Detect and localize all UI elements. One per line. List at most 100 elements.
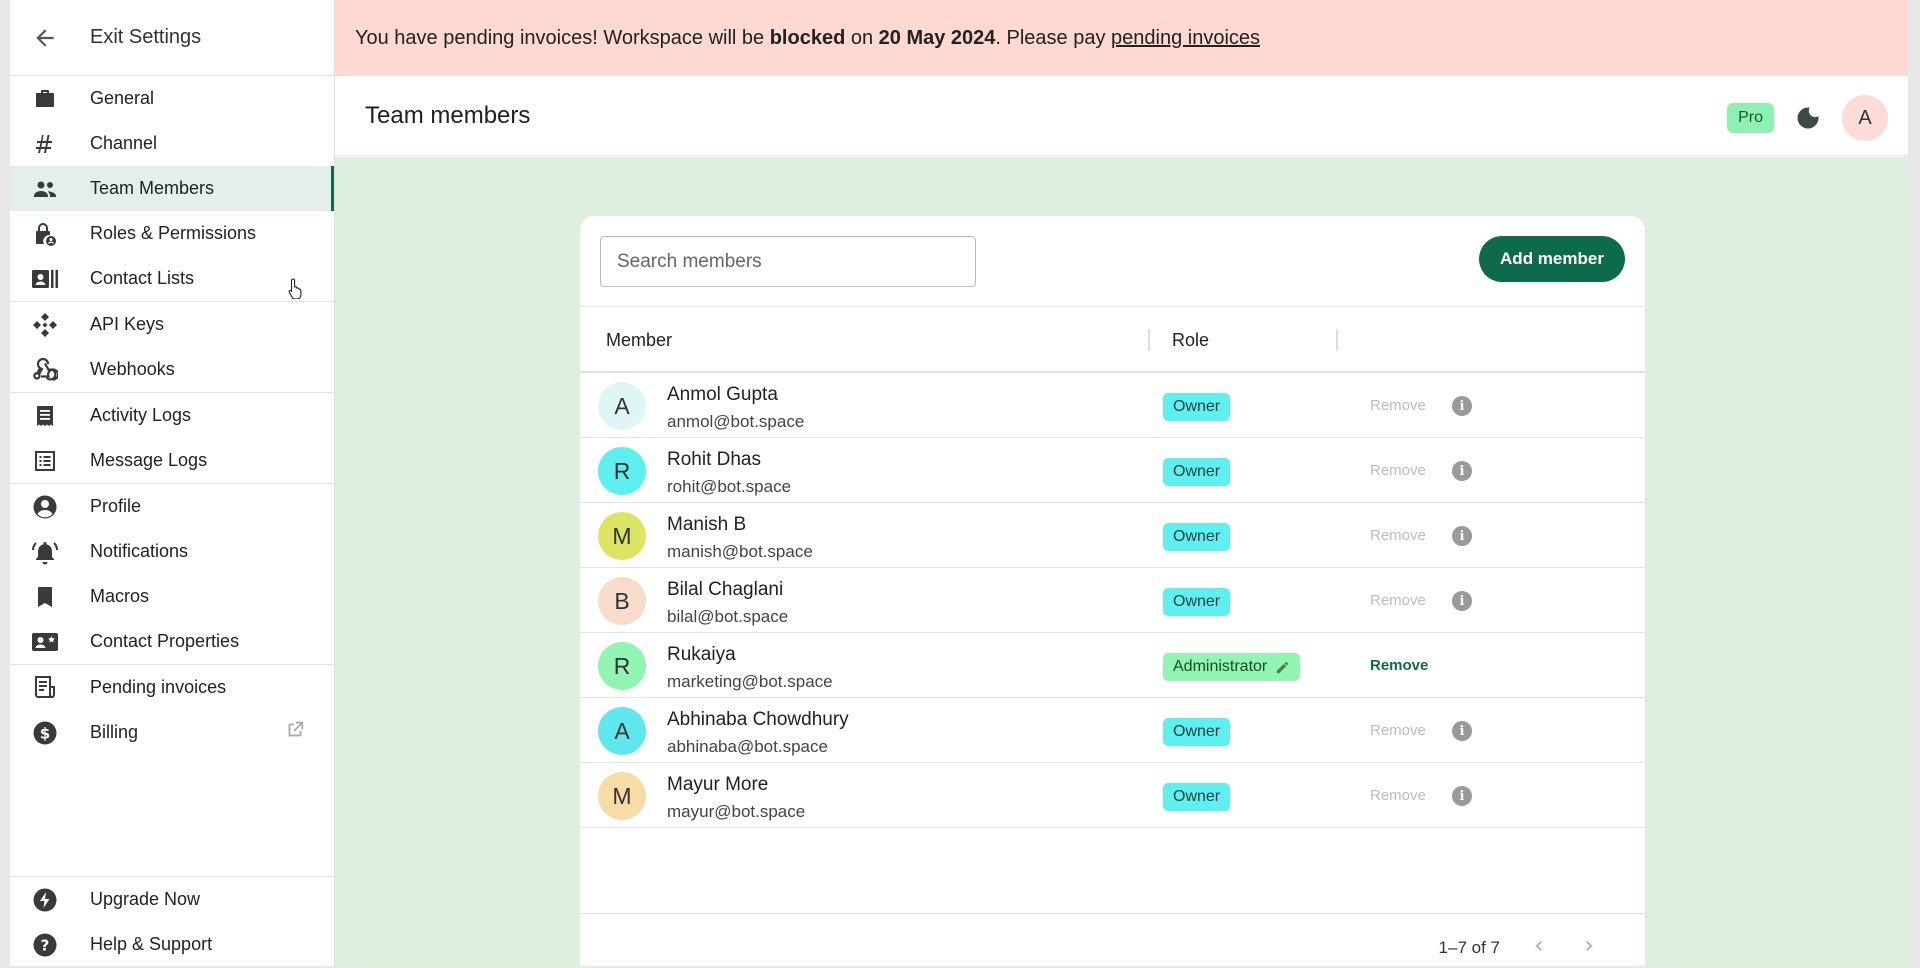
role-label: Owner bbox=[1173, 788, 1221, 805]
role-badge: Owner bbox=[1163, 393, 1231, 421]
member-email: mayur@bot.space bbox=[667, 802, 806, 821]
role-badge: Owner bbox=[1163, 458, 1231, 486]
sidebar-item-label: Help & Support bbox=[90, 934, 213, 954]
members-card: Add member Member Role A Anmol Gupta anmol… bbox=[580, 216, 1645, 966]
table-header: Member Role bbox=[580, 306, 1645, 373]
sidebar-item-contact-lists[interactable]: Contact Lists bbox=[10, 256, 334, 301]
sidebar-item-label: Contact Lists bbox=[90, 268, 195, 288]
member-name: Abhinaba Chowdhury bbox=[667, 709, 849, 730]
column-resize-handle[interactable] bbox=[1148, 329, 1150, 351]
next-page-button[interactable] bbox=[1577, 934, 1601, 958]
arrow-back-icon bbox=[10, 25, 80, 51]
contact-card-icon bbox=[10, 268, 80, 290]
sidebar-group: Pending invoices $ Billing bbox=[10, 665, 334, 755]
plan-badge: Pro bbox=[1727, 103, 1774, 133]
prev-page-button[interactable] bbox=[1527, 934, 1551, 958]
column-header-member: Member bbox=[606, 330, 673, 350]
webhook-icon bbox=[10, 357, 80, 383]
api-icon bbox=[10, 312, 80, 338]
role-badge: Owner bbox=[1163, 588, 1231, 616]
member-email: abhinaba@bot.space bbox=[667, 737, 828, 756]
sidebar-item-label: Roles & Permissions bbox=[90, 223, 257, 243]
role-badge[interactable]: Administrator bbox=[1163, 653, 1301, 681]
search-members-input[interactable] bbox=[600, 236, 976, 287]
receipt-icon bbox=[10, 404, 80, 428]
add-member-button[interactable]: Add member bbox=[1479, 236, 1625, 282]
svg-text:?: ? bbox=[41, 936, 50, 954]
banner-text-2: on bbox=[845, 26, 879, 49]
remove-member-button: Remove bbox=[1370, 592, 1426, 609]
sidebar-item-help-and-support[interactable]: ? Help & Support bbox=[10, 922, 335, 966]
sidebar-item-notifications[interactable]: Notifications bbox=[10, 529, 334, 574]
role-label: Owner bbox=[1173, 723, 1221, 740]
role-label: Owner bbox=[1173, 593, 1221, 610]
sidebar-item-pending-invoices[interactable]: Pending invoices bbox=[10, 665, 334, 710]
account-circle-icon bbox=[10, 494, 80, 520]
sidebar-item-upgrade-now[interactable]: Upgrade Now bbox=[10, 877, 335, 922]
sidebar-item-roles-and-permissions[interactable]: Roles & Permissions bbox=[10, 211, 334, 256]
briefcase-icon bbox=[10, 87, 80, 111]
exit-settings-label: Exit Settings bbox=[90, 26, 202, 48]
member-name: Mayur More bbox=[667, 774, 769, 795]
info-icon[interactable]: i bbox=[1452, 721, 1472, 741]
sidebar-group: API Keys Webhooks bbox=[10, 302, 334, 393]
sidebar-item-general[interactable]: General bbox=[10, 76, 334, 121]
sidebar-item-contact-properties[interactable]: Contact Properties bbox=[10, 619, 334, 664]
column-resize-handle[interactable] bbox=[1336, 329, 1338, 351]
table-row: R Rukaiya marketing@bot.space Administrator… bbox=[580, 633, 1645, 698]
member-avatar: R bbox=[598, 642, 646, 690]
bell-ring-icon bbox=[10, 539, 80, 565]
sidebar-item-channel[interactable]: Channel bbox=[10, 121, 334, 166]
role-badge: Owner bbox=[1163, 783, 1231, 811]
remove-member-button: Remove bbox=[1370, 462, 1426, 479]
member-email: rohit@bot.space bbox=[667, 477, 792, 496]
member-name: Anmol Gupta bbox=[667, 384, 778, 405]
sidebar-item-activity-logs[interactable]: Activity Logs bbox=[10, 393, 334, 438]
member-email: anmol@bot.space bbox=[667, 412, 805, 431]
table-row: A Abhinaba Chowdhury abhinaba@bot.space Own… bbox=[580, 698, 1645, 763]
table-row: A Anmol Gupta anmol@bot.space Owner Remove i bbox=[580, 373, 1645, 438]
sidebar-item-label: Pending invoices bbox=[90, 677, 227, 697]
remove-member-button[interactable]: Remove bbox=[1370, 657, 1428, 674]
lock-user-icon bbox=[10, 221, 80, 247]
member-name: Rohit Dhas bbox=[667, 449, 761, 470]
pending-invoices-banner: You have pending invoices! Workspace wil… bbox=[335, 0, 1908, 76]
sidebar-item-webhooks[interactable]: Webhooks bbox=[10, 347, 334, 392]
sidebar-item-label: Billing bbox=[90, 722, 139, 742]
info-icon[interactable]: i bbox=[1452, 526, 1472, 546]
role-label: Owner bbox=[1173, 528, 1221, 545]
contact-star-icon bbox=[10, 630, 80, 654]
sidebar-item-label: General bbox=[90, 88, 155, 108]
info-icon[interactable]: i bbox=[1452, 786, 1472, 806]
sidebar-item-team-members[interactable]: Team Members bbox=[10, 166, 334, 211]
sidebar-item-billing[interactable]: $ Billing bbox=[10, 710, 334, 755]
member-avatar: M bbox=[598, 512, 646, 560]
column-header-role: Role bbox=[1172, 330, 1210, 350]
dark-mode-toggle[interactable] bbox=[1792, 102, 1824, 134]
info-icon[interactable]: i bbox=[1452, 396, 1472, 416]
table-row: M Mayur More mayur@bot.space Owner Remove i bbox=[580, 763, 1645, 828]
info-icon[interactable]: i bbox=[1452, 591, 1472, 611]
pending-invoices-link[interactable]: pending invoices bbox=[1111, 27, 1260, 50]
member-avatar: R bbox=[598, 447, 646, 495]
list-icon bbox=[10, 449, 80, 473]
sidebar-item-macros[interactable]: Macros bbox=[10, 574, 334, 619]
member-email: marketing@bot.space bbox=[667, 672, 833, 691]
sidebar-item-message-logs[interactable]: Message Logs bbox=[10, 438, 334, 483]
sidebar-item-profile[interactable]: Profile bbox=[10, 484, 334, 529]
sidebar-item-label: Team Members bbox=[90, 178, 215, 198]
sidebar-group: Profile Notifications Macros Contact Proper… bbox=[10, 484, 334, 665]
settings-sidebar: Exit Settings General Channel Team Members… bbox=[10, 0, 335, 966]
dollar-circle-icon: $ bbox=[10, 720, 80, 746]
invoice-icon bbox=[10, 675, 80, 701]
sidebar-group: Activity Logs Message Logs bbox=[10, 393, 334, 484]
banner-date-text: 20 May 2024 bbox=[878, 26, 996, 49]
table-pagination: 1–7 of 7 bbox=[580, 913, 1645, 966]
table-row: M Manish B manish@bot.space Owner Remove i bbox=[580, 503, 1645, 568]
sidebar-item-api-keys[interactable]: API Keys bbox=[10, 302, 334, 347]
open-in-new-icon bbox=[284, 719, 306, 746]
info-icon[interactable]: i bbox=[1452, 461, 1472, 481]
exit-settings-button[interactable]: Exit Settings bbox=[10, 0, 334, 76]
app-window: Exit Settings General Channel Team Members… bbox=[10, 0, 1908, 966]
user-avatar[interactable]: A bbox=[1842, 95, 1888, 141]
